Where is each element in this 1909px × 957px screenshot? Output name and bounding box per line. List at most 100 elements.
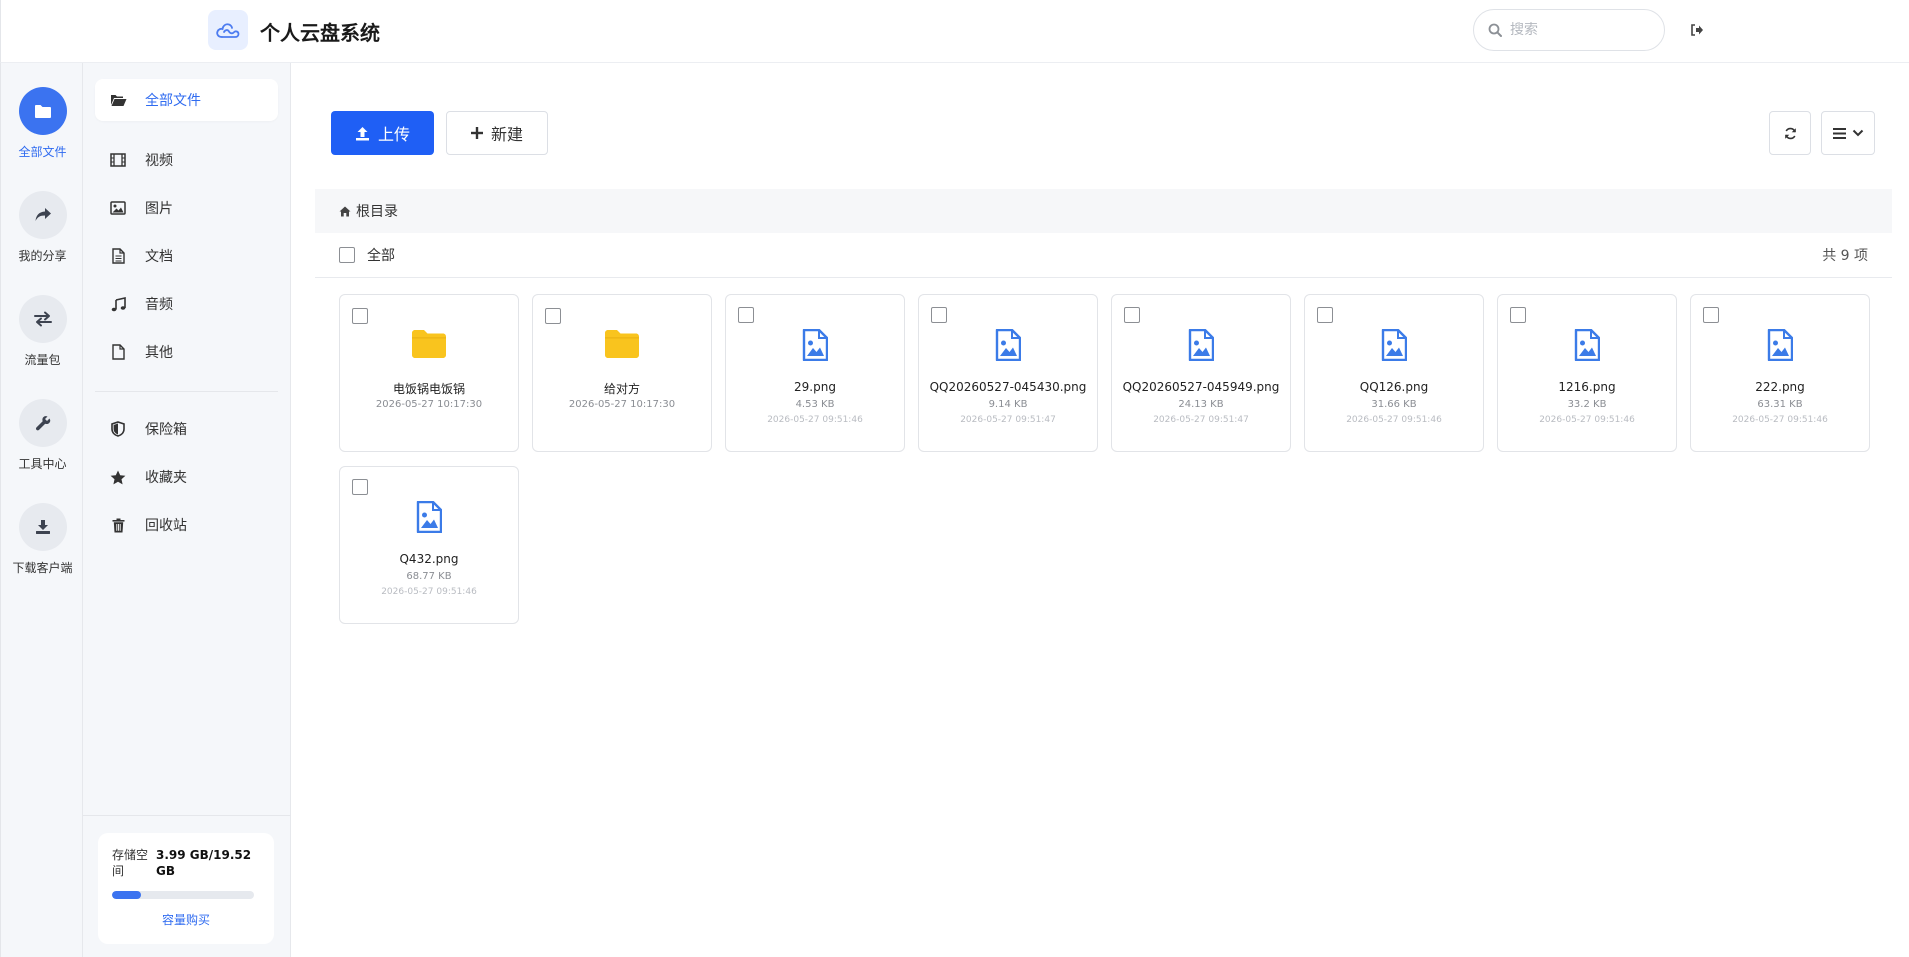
- file-card[interactable]: QQ126.png 31.66 KB 2026-05-27 09:51:46: [1304, 294, 1484, 452]
- item-name: 1216.png: [1558, 380, 1616, 394]
- item-checkbox[interactable]: [1703, 307, 1719, 323]
- item-checkbox[interactable]: [1510, 307, 1526, 323]
- item-size: 31.66 KB: [1371, 399, 1417, 410]
- select-all-label: 全部: [367, 248, 395, 264]
- new-button[interactable]: 新建: [446, 111, 548, 155]
- folder-icon: [533, 329, 711, 359]
- file-card[interactable]: 29.png 4.53 KB 2026-05-27 09:51:46: [725, 294, 905, 452]
- buy-capacity-link[interactable]: 容量购买: [112, 911, 260, 928]
- image-icon: [109, 199, 127, 217]
- item-name: 电饭锅电饭锅: [392, 382, 465, 396]
- item-name: 222.png: [1755, 380, 1805, 394]
- item-date: 2026-05-27 09:51:46: [381, 587, 477, 597]
- item-count: 共 9 项: [1822, 248, 1868, 264]
- rail-item-download-client[interactable]: 下载客户端: [1, 503, 84, 576]
- item-checkbox[interactable]: [352, 308, 368, 324]
- item-checkbox[interactable]: [931, 307, 947, 323]
- item-date: 2026-05-27 09:51:46: [1346, 415, 1442, 425]
- image-file-icon: [726, 329, 904, 361]
- wrench-icon: [35, 416, 50, 431]
- select-all-checkbox[interactable]: [339, 247, 355, 263]
- search-icon: [1488, 23, 1502, 37]
- image-file-icon: [1112, 329, 1290, 361]
- item-size: 24.13 KB: [1178, 399, 1224, 410]
- rail-item-my-share[interactable]: 我的分享: [1, 191, 84, 264]
- sidebar-item-recycle[interactable]: 回收站: [95, 504, 278, 546]
- logout-button[interactable]: [1687, 20, 1707, 40]
- item-date: 2026-05-27 09:51:46: [1539, 415, 1635, 425]
- sidebar-item-audio[interactable]: 音频: [95, 283, 278, 325]
- refresh-button[interactable]: [1769, 111, 1811, 155]
- item-checkbox[interactable]: [545, 308, 561, 324]
- sidebar-divider: [95, 391, 278, 392]
- plus-icon: [470, 127, 483, 139]
- rail-label: 全部文件: [18, 145, 67, 159]
- image-file-icon: [1691, 329, 1869, 361]
- main-nav-rail: 全部文件 我的分享 流量包 工具中心 下载客户端: [0, 63, 83, 957]
- storage-panel: 存储空间 3.99 GB/19.52 GB 容量购买: [98, 833, 274, 944]
- search-box[interactable]: [1473, 9, 1665, 51]
- refresh-icon: [1784, 127, 1796, 139]
- main-content: 上传 新建 根目录 全部 共 9 项 电饭锅电饭锅 2026-05-27 10:…: [291, 63, 1909, 957]
- item-checkbox[interactable]: [352, 479, 368, 495]
- upload-button[interactable]: 上传: [331, 111, 434, 155]
- item-date: 2026-05-27 09:51:47: [960, 415, 1056, 425]
- sidebar-item-video[interactable]: 视频: [95, 139, 278, 181]
- storage-value: 3.99 GB/19.52 GB: [156, 848, 252, 878]
- item-size: 68.77 KB: [406, 571, 452, 582]
- file-card[interactable]: 1216.png 33.2 KB 2026-05-27 09:51:46: [1497, 294, 1677, 452]
- image-file-icon: [919, 329, 1097, 361]
- breadcrumb: 根目录: [315, 189, 1892, 233]
- rail-item-tools[interactable]: 工具中心: [1, 399, 84, 472]
- file-card[interactable]: Q432.png 68.77 KB 2026-05-27 09:51:46: [339, 466, 519, 624]
- item-size: 9.14 KB: [988, 399, 1028, 410]
- folder-icon: [34, 104, 51, 118]
- rail-item-all-files[interactable]: 全部文件: [1, 87, 84, 160]
- sidebar-item-other[interactable]: 其他: [95, 331, 278, 373]
- logout-icon: [1691, 24, 1703, 36]
- folder-icon: [340, 329, 518, 359]
- item-date: 2026-05-27 09:51:47: [1153, 415, 1249, 425]
- sidebar-footer-divider: [83, 815, 291, 816]
- sidebar-item-images[interactable]: 图片: [95, 187, 278, 229]
- breadcrumb-root[interactable]: 根目录: [356, 201, 398, 221]
- storage-progress-fill: [112, 891, 141, 899]
- folder-card[interactable]: 电饭锅电饭锅 2026-05-27 10:17:30: [339, 294, 519, 452]
- file-icon: [109, 343, 127, 361]
- item-name: Q432.png: [399, 552, 459, 566]
- item-date: 2026-05-27 09:51:46: [1732, 415, 1828, 425]
- shield-icon: [109, 420, 127, 438]
- view-mode-dropdown[interactable]: [1821, 111, 1875, 155]
- sidebar-item-all-files[interactable]: 全部文件: [95, 79, 278, 121]
- file-card[interactable]: QQ20260527-045949.png 24.13 KB 2026-05-27 …: [1111, 294, 1291, 452]
- item-checkbox[interactable]: [1317, 307, 1333, 323]
- item-checkbox[interactable]: [1124, 307, 1140, 323]
- rail-item-traffic[interactable]: 流量包: [1, 295, 84, 368]
- item-name: QQ20260527-045430.png: [929, 380, 1087, 394]
- item-name: 29.png: [794, 380, 836, 394]
- image-file-icon: [1305, 329, 1483, 361]
- file-card[interactable]: 222.png 63.31 KB 2026-05-27 09:51:46: [1690, 294, 1870, 452]
- search-input[interactable]: [1510, 22, 1650, 38]
- sidebar-item-favorites[interactable]: 收藏夹: [95, 456, 278, 498]
- share-icon: [35, 208, 51, 221]
- cloud-icon: [216, 23, 240, 38]
- folder-card[interactable]: 给对方 2026-05-27 10:17:30: [532, 294, 712, 452]
- sidebar-item-docs[interactable]: 文档: [95, 235, 278, 277]
- chevron-down-icon: [1852, 129, 1863, 137]
- item-date: 2026-05-27 10:17:30: [375, 399, 483, 410]
- item-checkbox[interactable]: [738, 307, 754, 323]
- rail-label: 流量包: [24, 353, 61, 367]
- music-icon: [109, 295, 127, 313]
- sidebar-item-safe[interactable]: 保险箱: [95, 408, 278, 450]
- storage-progress-bar: [112, 891, 254, 899]
- file-card[interactable]: QQ20260527-045430.png 9.14 KB 2026-05-27 0…: [918, 294, 1098, 452]
- selection-bar: 全部 共 9 项: [315, 233, 1892, 278]
- category-sidebar: 全部文件 视频 图片 文档 音频 其他 保险箱 收藏夹 回收站 存储空间 3.9…: [83, 63, 291, 957]
- star-icon: [109, 468, 127, 486]
- storage-label: 存储空间: [112, 848, 149, 878]
- upload-icon: [355, 126, 369, 140]
- exchange-icon: [33, 311, 52, 327]
- rail-label: 下载客户端: [12, 561, 73, 575]
- image-file-icon: [1498, 329, 1676, 361]
